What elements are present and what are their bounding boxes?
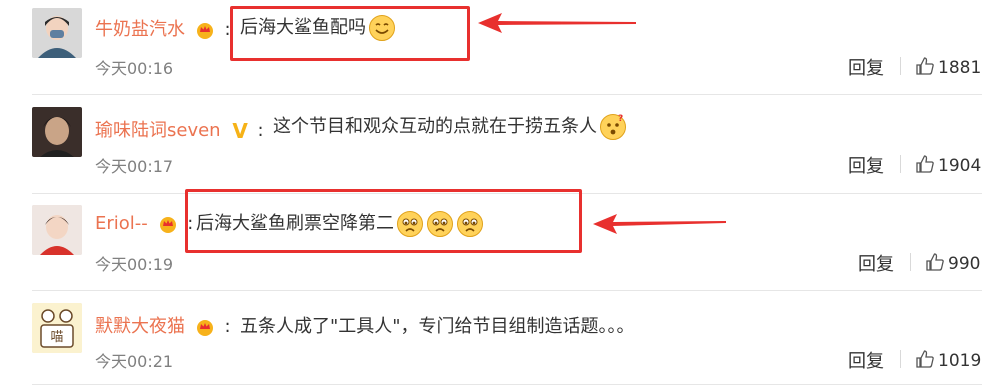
username[interactable]: 默默大夜猫 :	[95, 312, 231, 338]
like-button[interactable]: 1881	[915, 56, 981, 78]
timestamp: 今天00:16	[95, 59, 174, 78]
confused-emoji-icon: ?	[600, 114, 626, 140]
username-text[interactable]: Eriol--	[95, 213, 148, 234]
like-count: 990	[948, 254, 981, 274]
red-arrow-icon	[478, 13, 636, 33]
reply-button[interactable]: 回复	[848, 152, 884, 178]
divider	[900, 350, 901, 368]
avatar[interactable]	[32, 8, 82, 58]
username[interactable]: 牛奶盐汽水 :	[95, 15, 231, 41]
like-count: 1881	[938, 58, 982, 78]
highlight-box	[185, 189, 582, 253]
divider	[32, 384, 982, 385]
thumbs-up-icon	[916, 57, 934, 75]
comment-body: 这个节目和观众互动的点就在于捞五条人	[273, 116, 597, 137]
reply-button[interactable]: 回复	[848, 347, 884, 373]
like-button[interactable]: 1904	[915, 154, 981, 176]
reply-button[interactable]: 回复	[858, 250, 894, 276]
username[interactable]: 瑜味陆词seven V :	[95, 116, 264, 143]
like-button[interactable]: 990	[925, 252, 980, 274]
comment-body: 五条人成了"工具人"，专门给节目组制造话题。。。	[240, 316, 635, 337]
avatar[interactable]	[32, 107, 82, 157]
username[interactable]: Eriol-- :	[95, 213, 193, 234]
divider	[910, 253, 911, 271]
timestamp: 今天00:19	[95, 255, 174, 274]
thumbs-up-icon	[916, 350, 934, 368]
highlight-box	[230, 6, 470, 61]
divider	[32, 290, 982, 291]
like-button[interactable]: 1019	[915, 349, 981, 371]
comment-text: 五条人成了"工具人"，专门给节目组制造话题。。。	[240, 312, 635, 338]
username-text[interactable]: 瑜味陆词seven	[95, 120, 221, 141]
username-text[interactable]: 牛奶盐汽水	[95, 19, 185, 40]
colon-separator: :	[224, 316, 231, 337]
reply-button[interactable]: 回复	[848, 54, 884, 80]
v-badge-icon[interactable]: V	[232, 119, 247, 143]
svg-text:喵: 喵	[50, 330, 63, 345]
thumbs-up-icon	[926, 253, 944, 271]
avatar[interactable]	[32, 205, 82, 255]
username-text[interactable]: 默默大夜猫	[95, 316, 185, 337]
divider	[900, 155, 901, 173]
comment-text: 这个节目和观众互动的点就在于捞五条人?	[273, 112, 627, 141]
crown-badge-icon[interactable]	[195, 21, 215, 39]
red-arrow-icon	[593, 214, 726, 234]
like-count: 1019	[938, 351, 982, 371]
crown-badge-icon[interactable]	[158, 215, 178, 233]
thumbs-up-icon	[916, 155, 934, 173]
like-count: 1904	[938, 156, 982, 176]
divider	[32, 94, 982, 95]
divider	[900, 57, 901, 75]
timestamp: 今天00:21	[95, 352, 174, 371]
colon-separator: :	[257, 120, 264, 141]
crown-badge-icon[interactable]	[195, 318, 215, 336]
avatar[interactable]: 喵	[32, 303, 82, 353]
timestamp: 今天00:17	[95, 157, 174, 176]
svg-text:?: ?	[618, 114, 623, 124]
